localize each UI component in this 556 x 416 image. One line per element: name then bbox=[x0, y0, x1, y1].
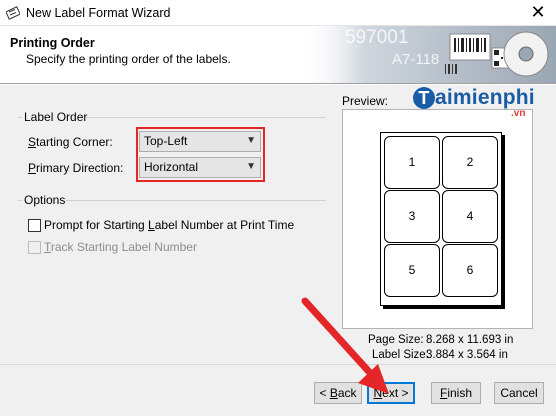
label-cell: 1 bbox=[384, 136, 440, 189]
watermark-logo: Taimienphi .vn bbox=[413, 86, 535, 119]
prompt-starting-label-checkbox[interactable] bbox=[28, 219, 41, 232]
finish-button[interactable]: Finish bbox=[431, 382, 481, 404]
options-divider bbox=[66, 200, 326, 201]
track-starting-label-checkbox[interactable] bbox=[28, 241, 41, 254]
footer-divider bbox=[0, 364, 556, 365]
cancel-button[interactable]: Cancel bbox=[494, 382, 544, 404]
page-size-label: Page Size: bbox=[368, 334, 424, 346]
header-banner-art: 597001 A7-118 bbox=[300, 26, 556, 83]
primary-direction-label: Primary Direction: bbox=[28, 161, 124, 175]
preview-pane: 1 2 3 4 5 6 bbox=[342, 109, 533, 329]
label-cell: 4 bbox=[442, 190, 498, 243]
banner-art-text-1: 597001 bbox=[345, 27, 408, 48]
highlight-box bbox=[136, 127, 265, 182]
back-button[interactable]: < Back bbox=[314, 382, 362, 404]
label-cell: 5 bbox=[384, 244, 440, 297]
label-wizard-icon bbox=[6, 6, 20, 20]
preview-label: Preview: bbox=[342, 94, 389, 108]
track-starting-label-text: Track Starting Label Number bbox=[44, 240, 197, 254]
label-cell: 2 bbox=[442, 136, 498, 189]
label-size-label: Label Size: bbox=[372, 349, 429, 361]
banner-art-text-2: A7-118 bbox=[392, 51, 439, 68]
window-title: New Label Format Wizard bbox=[26, 6, 171, 20]
label-order-divider bbox=[86, 117, 326, 118]
options-heading: Options bbox=[24, 193, 66, 207]
label-cell: 3 bbox=[384, 190, 440, 243]
label-roll-icon bbox=[503, 31, 549, 77]
wizard-body: Label Order Starting Corner: Top-Left ▼ … bbox=[0, 85, 556, 416]
prompt-starting-label-text: Prompt for Starting Label Number at Prin… bbox=[44, 218, 295, 232]
next-button[interactable]: Next > bbox=[367, 382, 415, 404]
close-button[interactable]: ✕ bbox=[520, 0, 556, 26]
label-order-divider bbox=[18, 117, 22, 118]
label-order-heading: Label Order bbox=[24, 110, 88, 124]
page-subtitle: Specify the printing order of the labels… bbox=[26, 52, 231, 66]
options-divider bbox=[18, 200, 22, 201]
label-cell: 6 bbox=[442, 244, 498, 297]
wizard-header: Printing Order Specify the printing orde… bbox=[0, 26, 556, 84]
page-title: Printing Order bbox=[10, 36, 95, 50]
watermark-logo-t-icon: T bbox=[413, 87, 435, 109]
page-size-value: 8.268 x 11.693 in bbox=[426, 334, 514, 346]
preview-page: 1 2 3 4 5 6 bbox=[380, 132, 502, 306]
barcode-label-icon bbox=[449, 33, 491, 61]
label-size-value: 3.884 x 3.564 in bbox=[426, 349, 508, 361]
starting-corner-label: Starting Corner: bbox=[28, 135, 113, 149]
title-bar: New Label Format Wizard ✕ bbox=[0, 0, 556, 26]
close-icon: ✕ bbox=[530, 2, 546, 22]
